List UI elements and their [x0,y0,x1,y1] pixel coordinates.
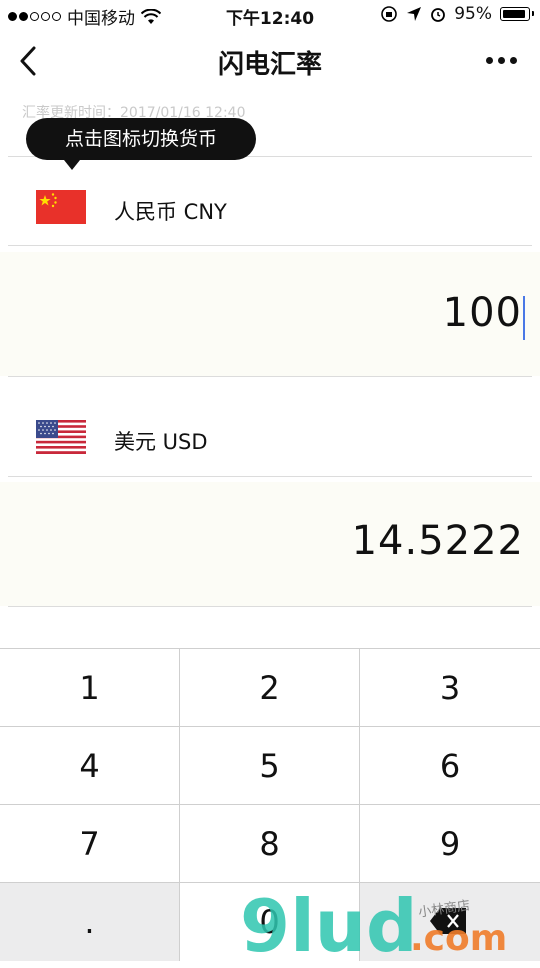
page-title: 闪电汇率 [217,50,322,80]
currency-name-cny: 人民币 CNY [114,200,227,224]
key-decimal[interactable]: . [0,883,180,961]
switch-currency-tooltip: 点击图标切换货币 [26,118,256,170]
currency-row-cny[interactable]: 人民币 CNY [0,160,540,248]
status-right: 95% [380,4,534,24]
alarm-icon [431,8,446,22]
location-icon [407,7,422,21]
navigation-bar: 闪电汇率 [0,30,540,90]
amount-input-cny[interactable]: 100 [0,252,540,376]
amount-input-usd[interactable]: 14.5222 [0,482,540,606]
amount-value-usd: 14.5222 [351,518,524,564]
divider [8,376,532,377]
key-9[interactable]: 9 [360,805,540,883]
status-bar: 中国移动 下午12:40 95% [0,0,540,30]
key-3[interactable]: 3 [360,649,540,727]
divider [8,245,532,246]
divider [8,476,532,477]
us-flag-icon[interactable] [36,420,86,454]
more-options-icon[interactable] [486,52,522,68]
key-8[interactable]: 8 [180,805,360,883]
key-6[interactable]: 6 [360,727,540,805]
watermark-suffix: .com [410,918,508,959]
divider [8,606,532,607]
currency-name-usd: 美元 USD [114,430,208,454]
key-4[interactable]: 4 [0,727,180,805]
key-5[interactable]: 5 [180,727,360,805]
key-1[interactable]: 1 [0,649,180,727]
text-cursor [523,296,525,340]
amount-value-cny: 100 [442,290,522,336]
key-2[interactable]: 2 [180,649,360,727]
currency-row-usd[interactable]: 美元 USD [0,390,540,478]
key-7[interactable]: 7 [0,805,180,883]
rotation-lock-icon [381,6,398,22]
watermark-logo: 9lud [240,884,418,968]
battery-percent: 95% [454,4,492,24]
china-flag-icon[interactable] [36,190,86,224]
battery-icon [500,7,534,21]
